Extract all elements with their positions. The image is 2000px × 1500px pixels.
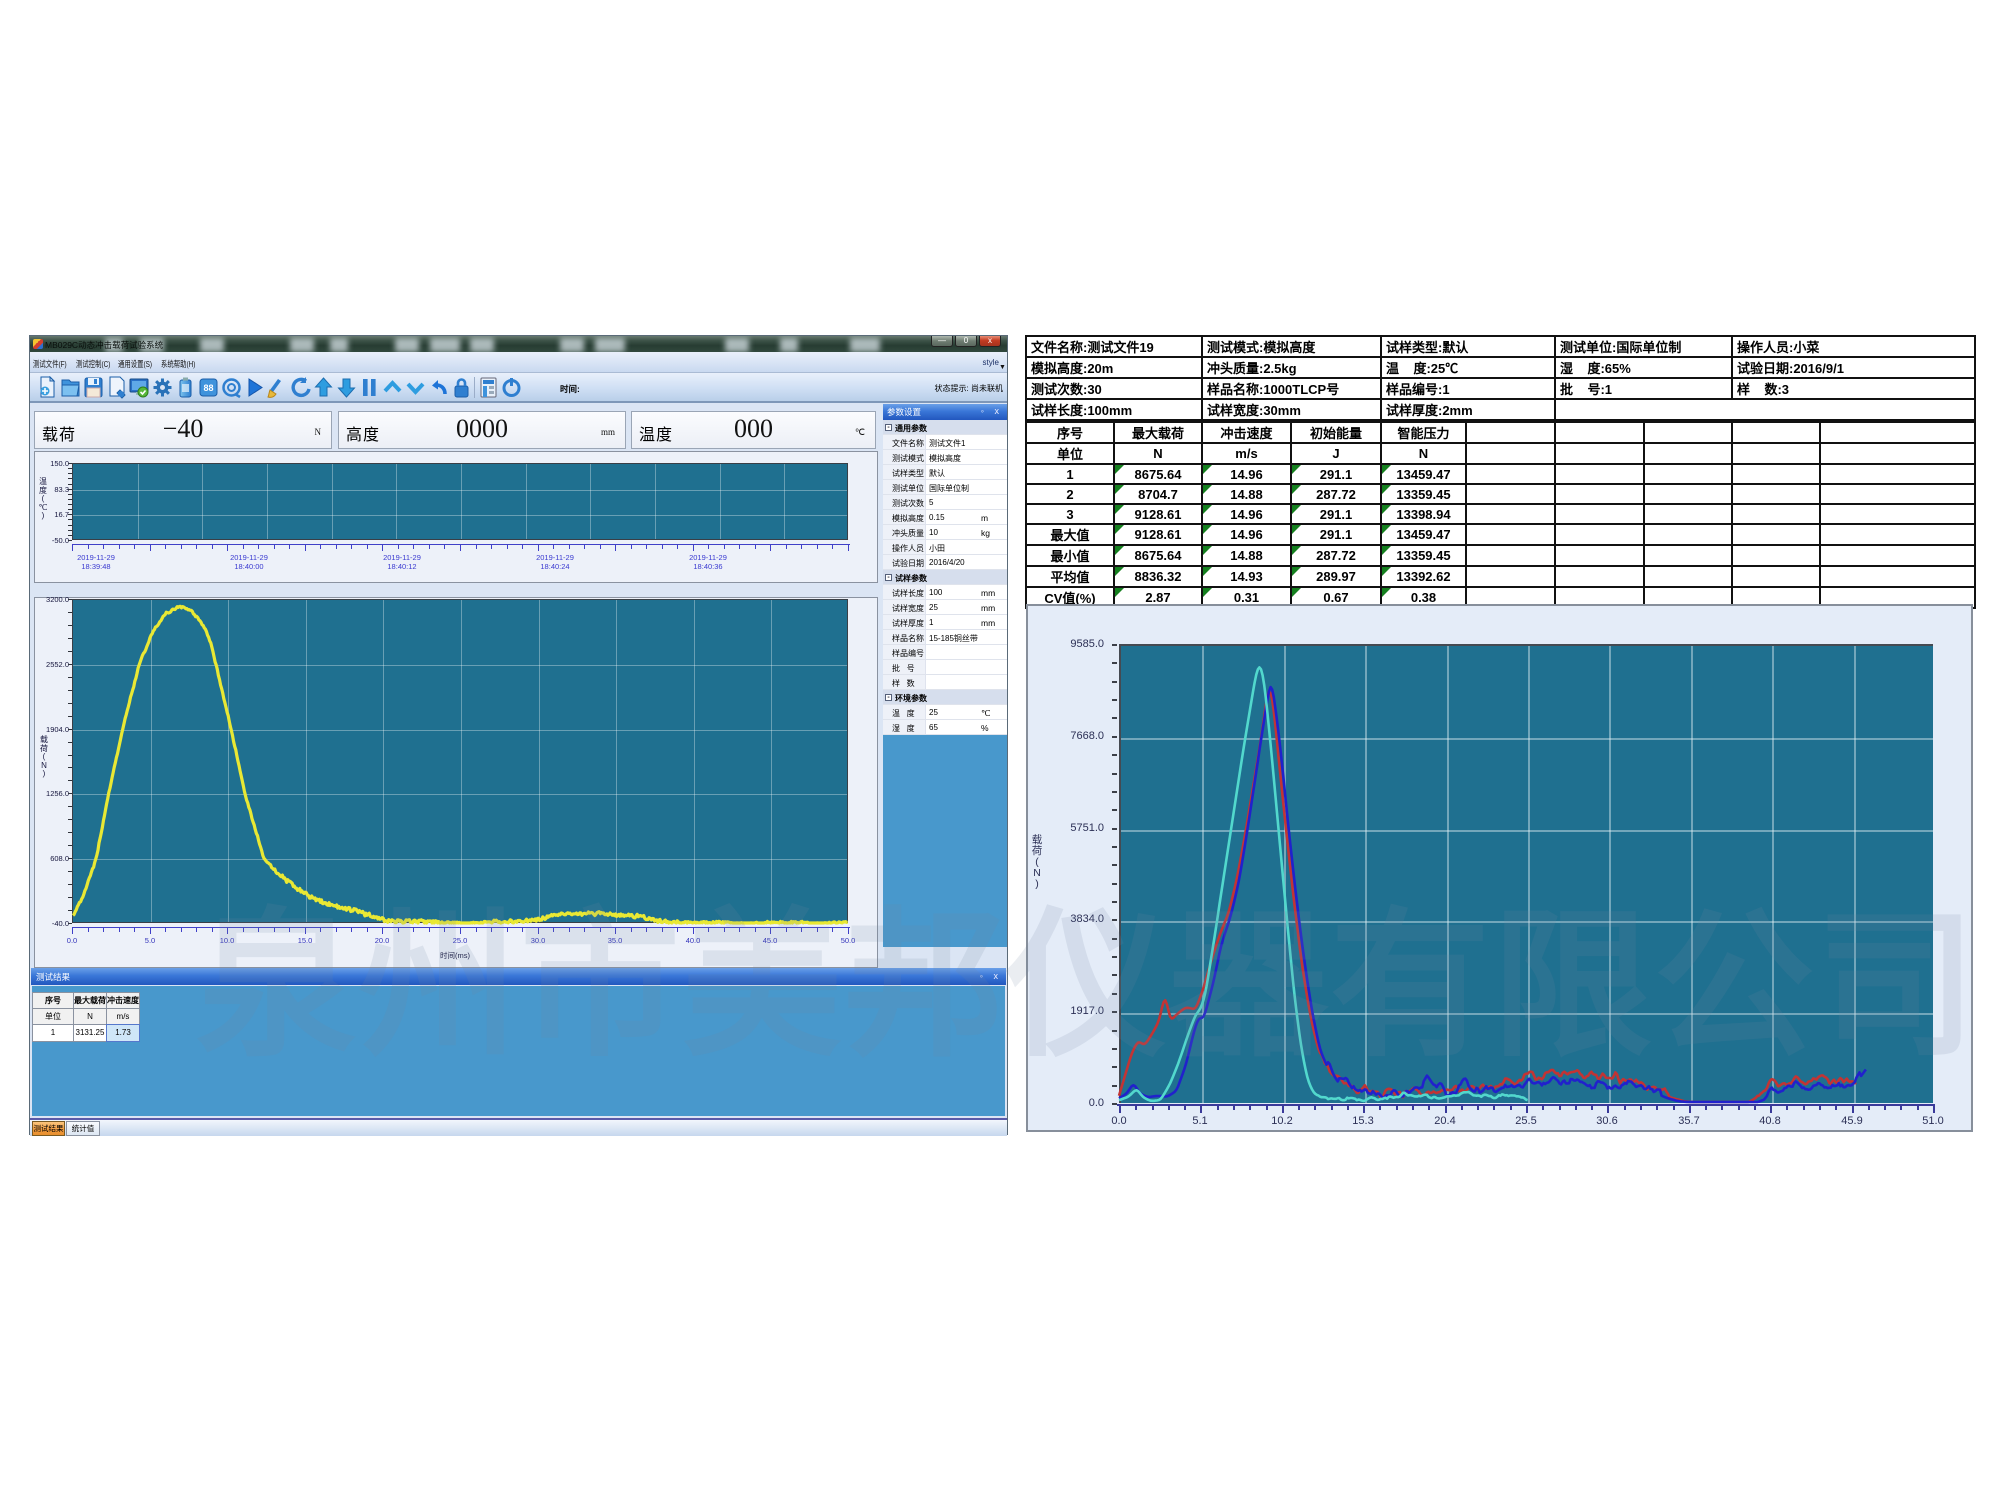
- svg-text:88: 88: [203, 383, 213, 393]
